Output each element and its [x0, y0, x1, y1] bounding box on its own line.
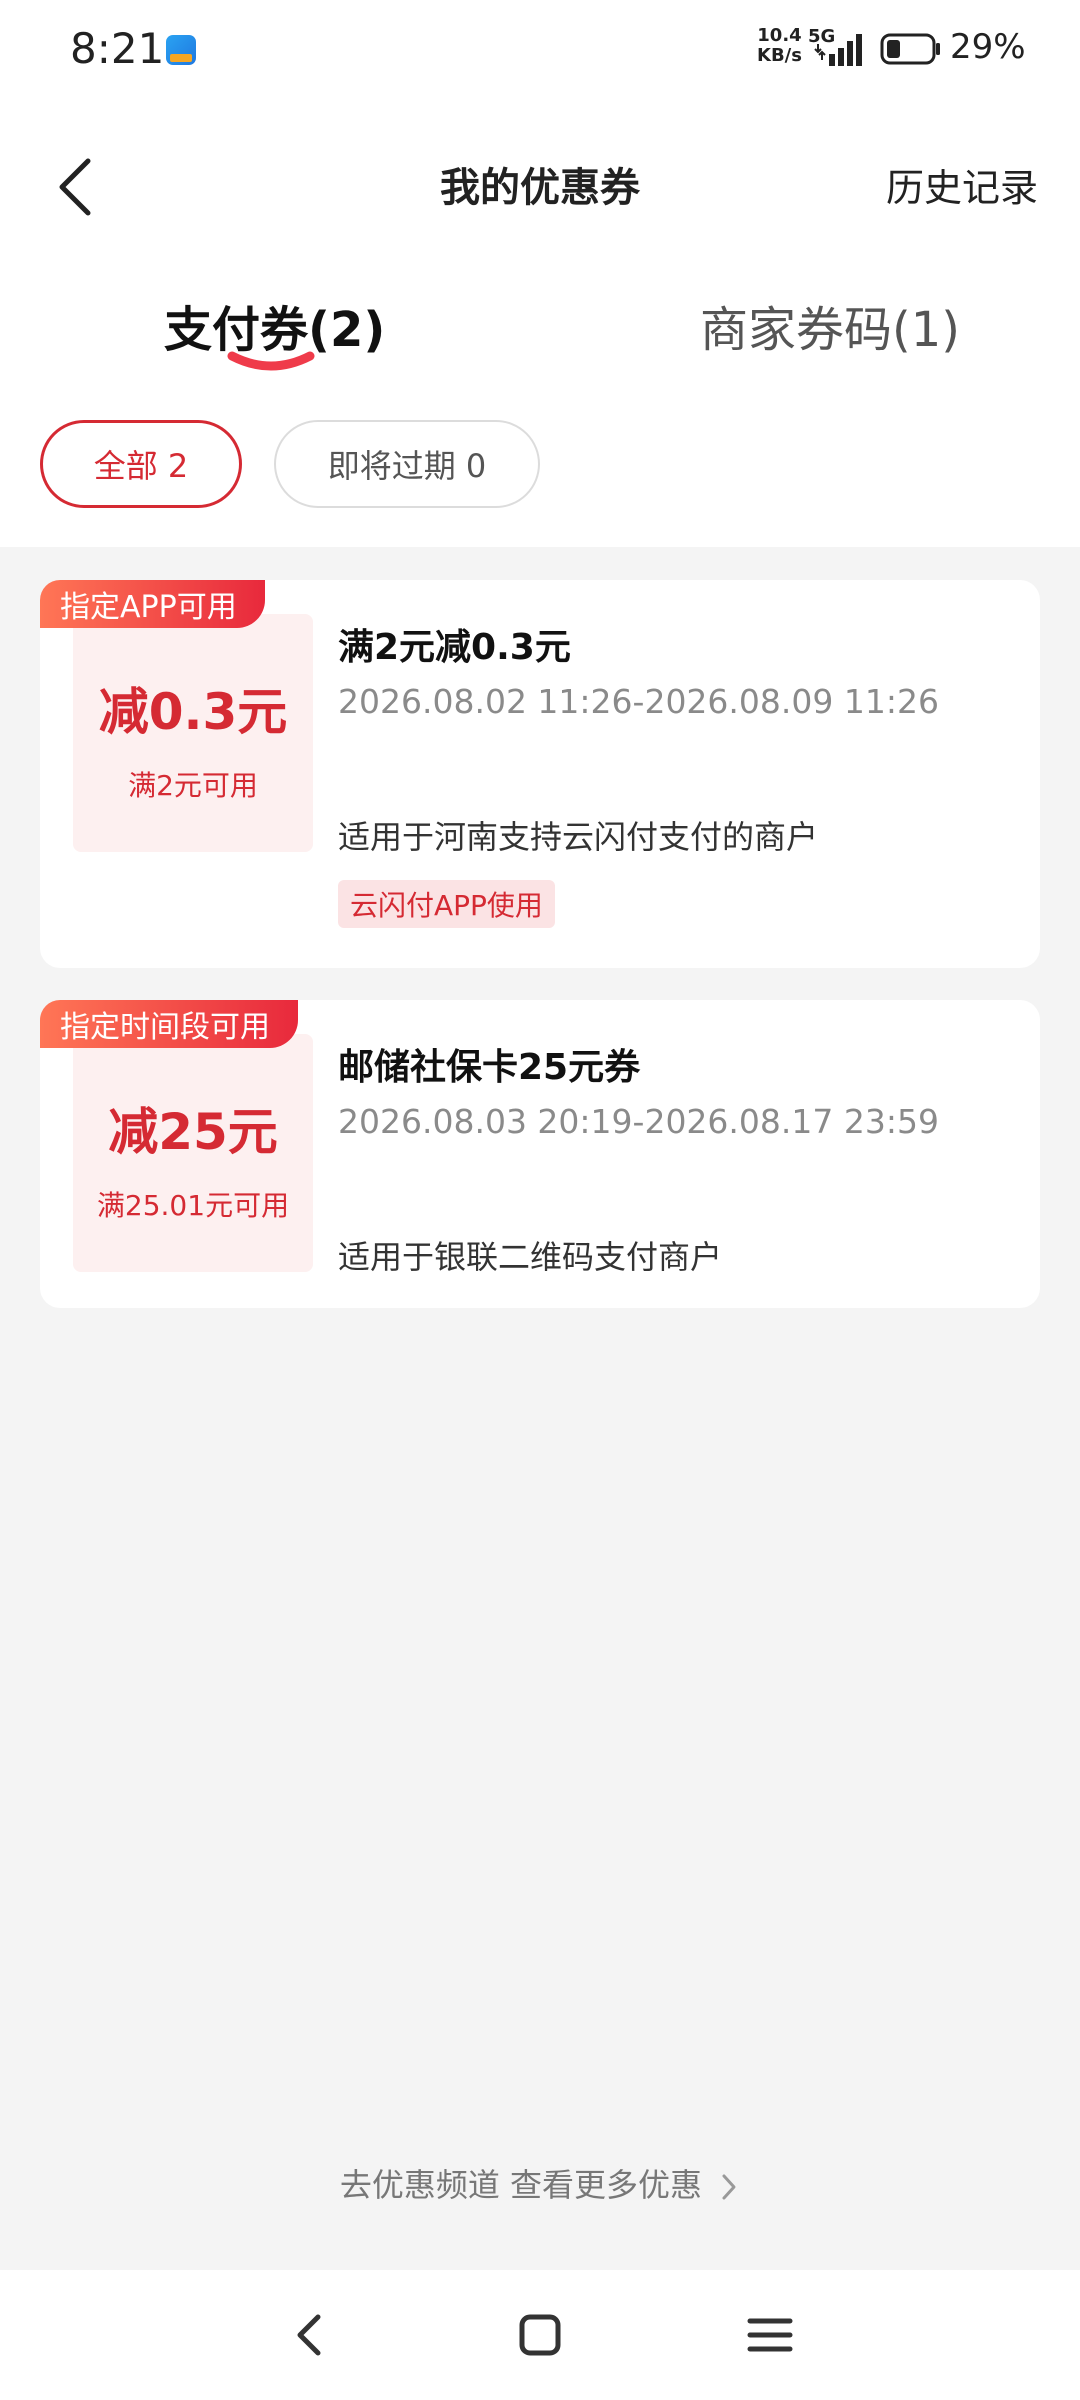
unionpay-app-icon	[166, 35, 196, 65]
tab-merchant-codes[interactable]: 商家券码(1)	[700, 290, 960, 360]
coupon-condition: 满25.01元可用	[96, 1189, 290, 1222]
signal-icon	[814, 34, 862, 66]
nav-back-icon[interactable]	[280, 2305, 340, 2365]
status-time: 8:21	[70, 24, 165, 73]
coupon-tag: 指定APP可用	[40, 580, 265, 628]
battery-percent: 29%	[950, 27, 1026, 67]
coupon-scope: 适用于河南支持云闪付支付的商户	[338, 818, 819, 856]
more-offers-label: 去优惠频道 查看更多优惠	[339, 2166, 702, 2204]
coupon-card[interactable]: 减25元 满25.01元可用 指定时间段可用 邮储社保卡25元券 2026.08…	[40, 1000, 1040, 1308]
coupon-tag: 指定时间段可用	[40, 1000, 298, 1048]
history-button[interactable]: 历史记录	[886, 157, 1038, 212]
nav-home-icon[interactable]	[510, 2305, 570, 2365]
system-nav-bar	[0, 2270, 1080, 2400]
coupon-amount: 减0.3元	[98, 683, 288, 741]
nav-menu-icon[interactable]	[740, 2305, 800, 2365]
coupon-amount-box: 减25元 满25.01元可用	[73, 1034, 313, 1272]
coupon-usage-chip: 云闪付APP使用	[338, 880, 555, 928]
coupon-validity: 2026.08.02 11:26-2026.08.09 11:26	[338, 682, 939, 721]
coupon-title: 满2元减0.3元	[338, 627, 571, 668]
coupon-title: 邮储社保卡25元券	[338, 1047, 641, 1088]
filter-expiring-soon[interactable]: 即将过期 0	[274, 420, 540, 508]
coupon-amount-box: 减0.3元 满2元可用	[73, 614, 313, 852]
coupon-condition: 满2元可用	[128, 769, 258, 802]
filter-all[interactable]: 全部 2	[40, 420, 242, 508]
coupon-validity: 2026.08.03 20:19-2026.08.17 23:59	[338, 1102, 939, 1141]
chevron-right-icon	[722, 2174, 736, 2200]
active-tab-indicator	[227, 351, 315, 371]
coupon-scope: 适用于银联二维码支付商户	[338, 1238, 723, 1276]
battery-icon	[880, 33, 940, 65]
more-offers-link[interactable]: 去优惠频道 查看更多优惠	[0, 2160, 1080, 2206]
coupon-amount: 减25元	[108, 1103, 278, 1161]
coupon-card[interactable]: 减0.3元 满2元可用 指定APP可用 满2元减0.3元 2026.08.02 …	[40, 580, 1040, 968]
network-speed: 10.4 KB/s	[757, 25, 802, 66]
